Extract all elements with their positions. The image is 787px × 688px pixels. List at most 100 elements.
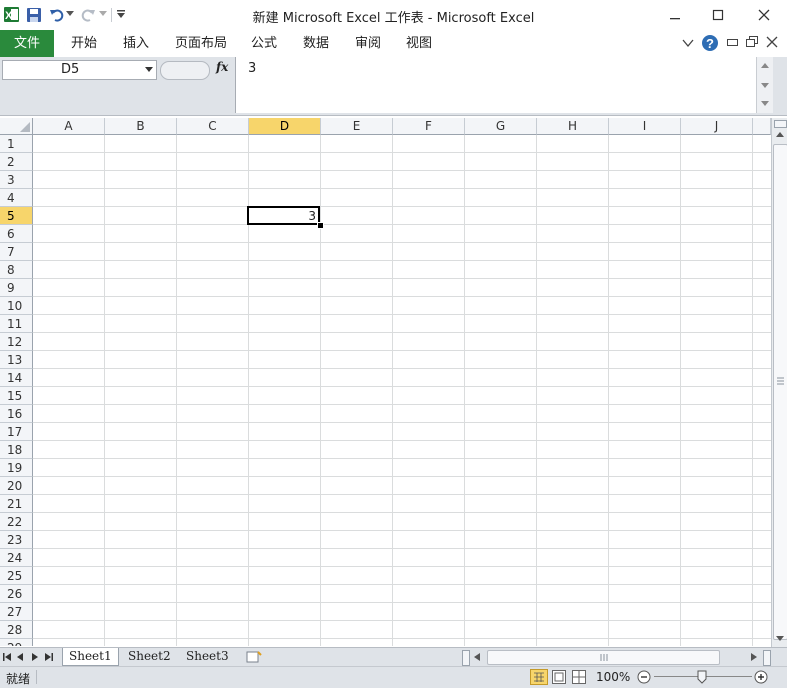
row-header-11[interactable]: 11	[0, 315, 33, 333]
minimize-ribbon-icon[interactable]	[682, 38, 694, 48]
sheet-tab-sheet3[interactable]: Sheet3	[180, 648, 235, 665]
zoom-in-icon[interactable]	[754, 670, 768, 684]
gridline	[33, 260, 771, 261]
row-header-15[interactable]: 15	[0, 387, 33, 405]
row-header-18[interactable]: 18	[0, 441, 33, 459]
row-header-4[interactable]: 4	[0, 189, 33, 207]
row-header-13[interactable]: 13	[0, 351, 33, 369]
split-box[interactable]	[774, 120, 787, 128]
help-icon[interactable]: ?	[701, 34, 719, 52]
row-header-8[interactable]: 8	[0, 261, 33, 279]
row-header-9[interactable]: 9	[0, 279, 33, 297]
column-header-c[interactable]: C	[177, 118, 249, 135]
column-header-f[interactable]: F	[393, 118, 465, 135]
row-header-29[interactable]: 29	[0, 639, 33, 646]
active-cell-d5[interactable]: 3	[247, 206, 320, 225]
maximize-button[interactable]	[703, 4, 733, 26]
file-tab[interactable]: 文件	[0, 30, 54, 57]
minimize-icon	[670, 18, 680, 20]
formula-expand-icon[interactable]	[761, 101, 769, 107]
formula-bar-resize-handle[interactable]	[160, 61, 210, 80]
gridline	[33, 278, 771, 279]
fill-handle[interactable]	[317, 222, 324, 229]
insert-function-button[interactable]: fx	[216, 60, 228, 74]
column-header-b[interactable]: B	[105, 118, 177, 135]
column-header-a[interactable]: A	[33, 118, 105, 135]
tab-view[interactable]: 视图	[406, 30, 432, 57]
row-header-25[interactable]: 25	[0, 567, 33, 585]
row-header-20[interactable]: 20	[0, 477, 33, 495]
tab-formulas[interactable]: 公式	[251, 30, 277, 57]
column-header-i[interactable]: I	[609, 118, 681, 135]
insert-sheet-icon[interactable]	[246, 651, 262, 663]
status-separator	[36, 670, 37, 684]
zoom-level[interactable]: 100%	[596, 670, 630, 684]
row-header-3[interactable]: 3	[0, 171, 33, 189]
formula-scroll-down-icon[interactable]	[761, 83, 769, 89]
formula-input[interactable]: 3	[235, 57, 773, 113]
first-sheet-icon[interactable]	[3, 653, 11, 661]
row-header-23[interactable]: 23	[0, 531, 33, 549]
row-header-10[interactable]: 10	[0, 297, 33, 315]
scroll-up-icon[interactable]	[776, 132, 784, 138]
gridline	[33, 512, 771, 513]
row-header-16[interactable]: 16	[0, 405, 33, 423]
worksheet-grid[interactable]: A B C D E F G H I J 1 2 3 4 5 6 7 8 9 10…	[0, 118, 771, 646]
formula-scroll-up-icon[interactable]	[761, 63, 769, 69]
scroll-right-icon[interactable]	[751, 653, 757, 661]
row-header-2[interactable]: 2	[0, 153, 33, 171]
name-box-dropdown-icon[interactable]	[145, 67, 153, 73]
row-header-14[interactable]: 14	[0, 369, 33, 387]
scroll-down-icon[interactable]	[776, 636, 784, 642]
column-header-e[interactable]: E	[321, 118, 393, 135]
row-header-5[interactable]: 5	[0, 207, 33, 225]
page-layout-view-icon[interactable]	[552, 670, 566, 684]
name-box[interactable]: D5	[2, 60, 157, 80]
row-header-28[interactable]: 28	[0, 621, 33, 639]
gridline	[680, 135, 681, 646]
scroll-left-icon[interactable]	[474, 653, 480, 661]
vertical-scroll-thumb[interactable]	[773, 144, 787, 640]
horizontal-scroll-thumb[interactable]	[487, 650, 720, 665]
workbook-minimize-icon[interactable]	[727, 39, 738, 47]
page-break-preview-icon[interactable]	[572, 670, 586, 684]
row-header-7[interactable]: 7	[0, 243, 33, 261]
workbook-restore-icon[interactable]	[746, 36, 758, 48]
row-header-12[interactable]: 12	[0, 333, 33, 351]
tab-data[interactable]: 数据	[303, 30, 329, 57]
normal-view-icon[interactable]	[530, 669, 548, 685]
sheet-tab-sheet1[interactable]: Sheet1	[62, 648, 119, 666]
minimize-button[interactable]	[660, 4, 690, 26]
formula-scrollbar[interactable]	[756, 57, 773, 113]
row-header-27[interactable]: 27	[0, 603, 33, 621]
gridline	[33, 620, 771, 621]
next-sheet-icon[interactable]	[32, 653, 38, 661]
column-header-d[interactable]: D	[249, 118, 321, 135]
last-sheet-icon[interactable]	[45, 653, 53, 661]
workbook-close-icon[interactable]	[766, 36, 778, 48]
tab-home[interactable]: 开始	[71, 30, 97, 57]
tab-insert[interactable]: 插入	[123, 30, 149, 57]
row-header-22[interactable]: 22	[0, 513, 33, 531]
vertical-scrollbar[interactable]	[771, 118, 787, 647]
horizontal-split-box[interactable]	[763, 650, 771, 666]
zoom-out-icon[interactable]	[637, 670, 651, 684]
row-header-21[interactable]: 21	[0, 495, 33, 513]
column-header-j[interactable]: J	[681, 118, 753, 135]
row-header-6[interactable]: 6	[0, 225, 33, 243]
row-header-19[interactable]: 19	[0, 459, 33, 477]
sheet-tab-sheet2[interactable]: Sheet2	[122, 648, 177, 665]
column-header-h[interactable]: H	[537, 118, 609, 135]
prev-sheet-icon[interactable]	[17, 653, 23, 661]
tab-page-layout[interactable]: 页面布局	[175, 30, 227, 57]
row-header-17[interactable]: 17	[0, 423, 33, 441]
row-header-26[interactable]: 26	[0, 585, 33, 603]
row-header-1[interactable]: 1	[0, 135, 33, 153]
tab-split-handle[interactable]	[462, 650, 470, 666]
row-header-24[interactable]: 24	[0, 549, 33, 567]
zoom-slider-thumb[interactable]	[697, 670, 707, 684]
close-button[interactable]	[749, 4, 779, 26]
select-all-corner[interactable]	[0, 118, 33, 135]
column-header-g[interactable]: G	[465, 118, 537, 135]
tab-review[interactable]: 审阅	[355, 30, 381, 57]
